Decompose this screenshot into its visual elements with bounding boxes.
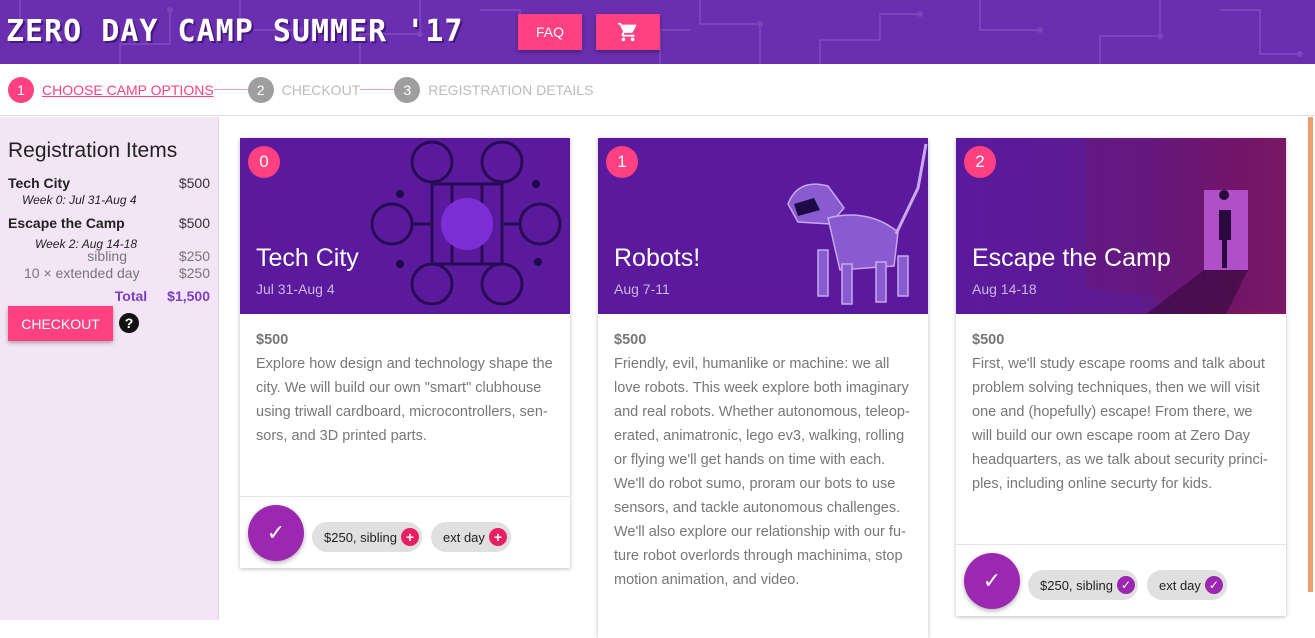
card-title: Robots! bbox=[614, 244, 701, 272]
select-camp-button[interactable]: ✓ bbox=[248, 505, 304, 561]
check-icon: ✓ bbox=[982, 568, 1002, 593]
item-price: $500 bbox=[178, 215, 210, 231]
card-index-badge: 1 bbox=[606, 146, 638, 178]
robot-dog-illustration bbox=[787, 143, 928, 305]
step-registration-details[interactable]: 3 REGISTRATION DETAILS bbox=[394, 76, 594, 103]
total-row: Total $1,500 bbox=[8, 288, 210, 304]
card-dates: Jul 31-Aug 4 bbox=[256, 281, 335, 297]
add-icon: + bbox=[488, 528, 507, 546]
card-hero: 0 Tech City Jul 31-Aug 4 bbox=[240, 138, 570, 314]
item-price: $500 bbox=[178, 175, 210, 191]
card-actions: ✓ $250, sibling ✓ ext day ✓ bbox=[956, 544, 1286, 616]
item-extra: 10 × extended day $250 bbox=[24, 265, 210, 281]
step-label[interactable]: CHOOSE CAMP OPTIONS bbox=[42, 82, 214, 98]
chip-label: $250, sibling bbox=[1040, 577, 1113, 593]
ext-day-chip[interactable]: ext day ✓ bbox=[1147, 570, 1227, 600]
add-icon: + bbox=[401, 528, 419, 546]
select-camp-button[interactable]: ✓ bbox=[964, 553, 1020, 609]
registration-item: Tech City $500 bbox=[8, 175, 210, 191]
sibling-chip[interactable]: $250, sibling + bbox=[312, 522, 422, 552]
extra-price: $250 bbox=[178, 248, 210, 264]
extra-label: 10 × extended day bbox=[24, 265, 140, 281]
check-icon: ✓ bbox=[1204, 576, 1223, 594]
faq-button[interactable]: FAQ bbox=[518, 14, 582, 50]
card-index-badge: 0 bbox=[248, 146, 280, 178]
card-body: $500 Explore how design and technology s… bbox=[240, 314, 570, 496]
app-header: ZERO DAY CAMP SUMMER '17 FAQ bbox=[0, 0, 1315, 64]
card-price: $500 bbox=[972, 332, 1005, 348]
step-connector bbox=[213, 89, 248, 90]
chip-label: $250, sibling bbox=[324, 529, 397, 545]
card-price: $500 bbox=[614, 332, 647, 348]
circuit-city-illustration bbox=[370, 140, 562, 306]
help-icon[interactable]: ? bbox=[119, 313, 139, 333]
check-icon: ✓ bbox=[1117, 576, 1135, 594]
page-scrollbar[interactable] bbox=[1308, 117, 1313, 592]
sibling-chip[interactable]: $250, sibling ✓ bbox=[1028, 570, 1138, 600]
registration-sidebar: Registration Items Tech City $500 Week 0… bbox=[0, 117, 219, 620]
card-description: Friendly, evil, humanlike or machine: we… bbox=[614, 356, 910, 588]
step-number: 2 bbox=[247, 76, 274, 103]
card-hero: 1 Robots! Aug 7-11 bbox=[598, 138, 928, 314]
item-name: Tech City bbox=[8, 175, 70, 191]
step-connector bbox=[360, 89, 395, 90]
camp-card-robots: 1 Robots! Aug 7-11 $500 Friendly, evil, … bbox=[598, 138, 928, 638]
card-hero: 2 Escape the Camp Aug 14-18 bbox=[956, 138, 1286, 314]
card-title: Escape the Camp bbox=[972, 244, 1171, 272]
step-checkout[interactable]: 2 CHECKOUT bbox=[247, 76, 361, 103]
cart-button[interactable] bbox=[596, 14, 660, 50]
app-title: ZERO DAY CAMP SUMMER '17 bbox=[6, 14, 464, 49]
card-actions: ✓ $250, sibling + ext day + bbox=[240, 496, 570, 568]
checkout-button[interactable]: CHECKOUT bbox=[8, 306, 113, 341]
item-extra: sibling $250 bbox=[24, 248, 210, 264]
item-name: Escape the Camp bbox=[8, 215, 125, 231]
chip-label: ext day bbox=[1159, 577, 1201, 593]
card-title: Tech City bbox=[256, 244, 359, 272]
escape-door-illustration bbox=[1086, 138, 1286, 314]
progress-stepper: 1 CHOOSE CAMP OPTIONS 2 CHECKOUT 3 REGIS… bbox=[0, 64, 1315, 116]
card-dates: Aug 14-18 bbox=[972, 281, 1037, 297]
card-dates: Aug 7-11 bbox=[614, 281, 670, 297]
total-label: Total bbox=[114, 288, 148, 304]
card-body: $500 First, we'll study escape rooms and… bbox=[956, 314, 1286, 544]
registration-item: Escape the Camp $500 bbox=[8, 215, 210, 231]
card-price: $500 bbox=[256, 332, 289, 348]
sidebar-heading: Registration Items bbox=[8, 139, 178, 162]
card-description: First, we'll study escape rooms and talk… bbox=[972, 356, 1268, 492]
cart-icon bbox=[617, 22, 637, 42]
extra-price: $250 bbox=[178, 265, 210, 281]
extra-label: sibling bbox=[87, 248, 127, 264]
item-week: Week 0: Jul 31-Aug 4 bbox=[22, 193, 137, 207]
chip-label: ext day bbox=[443, 529, 485, 545]
camp-card-escape-the-camp: 2 Escape the Camp Aug 14-18 $500 First, … bbox=[956, 138, 1286, 616]
card-index-badge: 2 bbox=[964, 146, 996, 178]
step-label: REGISTRATION DETAILS bbox=[428, 81, 594, 98]
check-icon: ✓ bbox=[266, 520, 286, 545]
step-number: 3 bbox=[394, 76, 421, 103]
step-choose-camp-options[interactable]: 1 CHOOSE CAMP OPTIONS bbox=[8, 76, 214, 103]
total-value: $1,500 bbox=[167, 288, 210, 304]
step-number: 1 bbox=[8, 76, 34, 103]
card-description: Explore how design and technology shape … bbox=[256, 356, 553, 444]
camp-card-tech-city: 0 Tech City Jul 31-Aug 4 $500 Explore ho… bbox=[240, 138, 570, 568]
card-body: $500 Friendly, evil, humanlike or machin… bbox=[598, 314, 928, 592]
step-label: CHECKOUT bbox=[281, 81, 361, 98]
ext-day-chip[interactable]: ext day + bbox=[431, 522, 511, 552]
